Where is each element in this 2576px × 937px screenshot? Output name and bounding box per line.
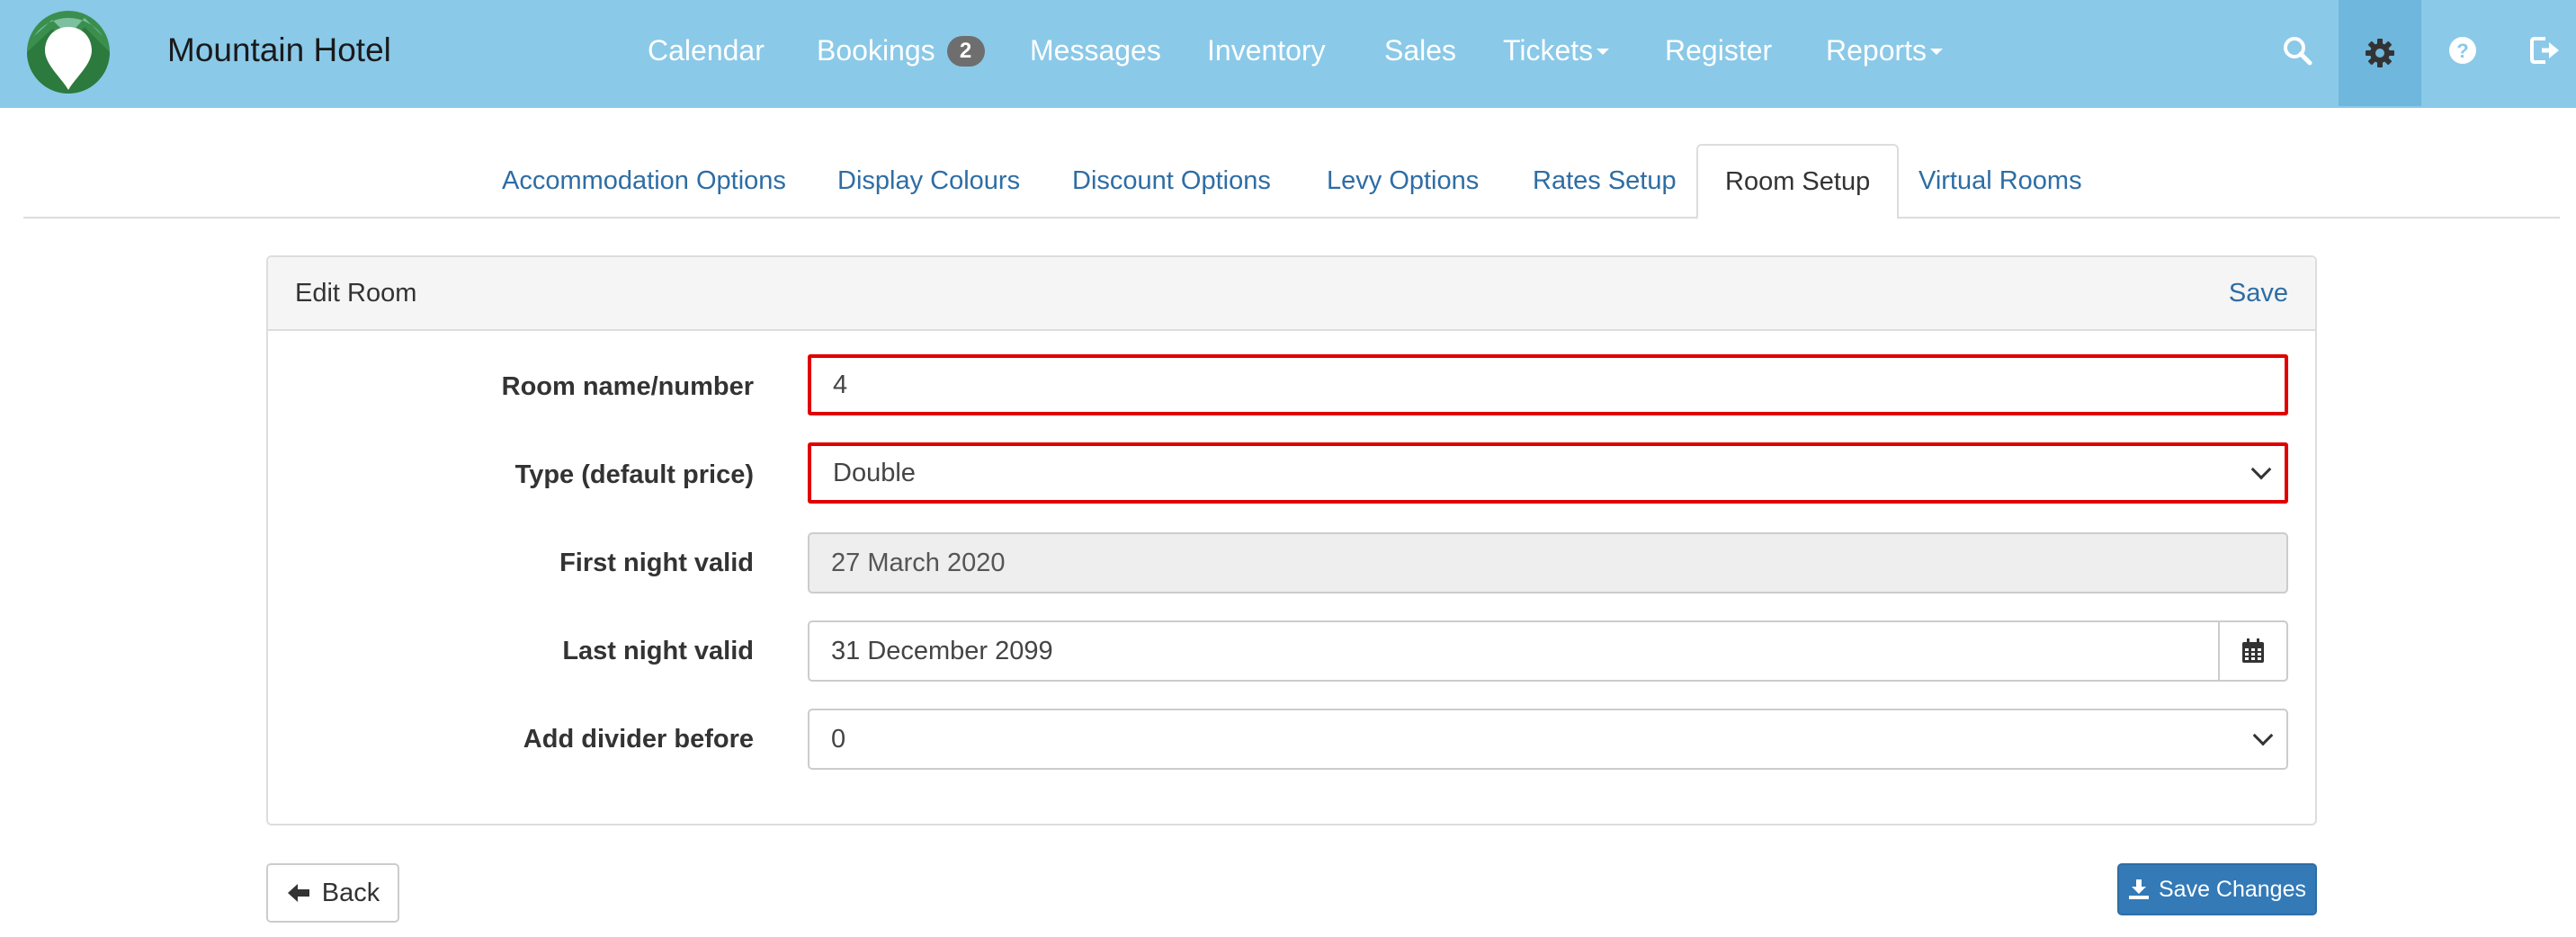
nav-tickets-dropdown[interactable]: Tickets	[1503, 0, 1610, 101]
divider-select[interactable]: 0	[808, 709, 2288, 770]
save-changes-label: Save Changes	[2158, 876, 2306, 902]
tab-levy-options[interactable]: Levy Options	[1327, 144, 1479, 218]
tab-rates-setup[interactable]: Rates Setup	[1533, 144, 1677, 218]
bookings-count-badge: 2	[946, 35, 985, 67]
nav-inventory-label: Inventory	[1207, 34, 1326, 67]
caret-down-icon	[1930, 49, 1944, 56]
logout-icon	[2530, 37, 2559, 64]
tab-room-setup[interactable]: Room Setup	[1696, 144, 1900, 219]
arrow-left-icon	[287, 884, 309, 902]
caret-down-icon	[1597, 49, 1610, 56]
date-picker-button[interactable]	[2218, 620, 2288, 682]
back-button-label: Back	[321, 878, 380, 907]
room-type-label: Type (default price)	[514, 460, 754, 489]
last-night-input[interactable]: 31 December 2099	[808, 620, 2288, 682]
help-button[interactable]: ?	[2421, 0, 2504, 101]
nav-reports-dropdown[interactable]: Reports	[1826, 0, 1944, 101]
download-icon	[2128, 879, 2149, 899]
tab-accommodation-options[interactable]: Accommodation Options	[502, 144, 786, 218]
room-type-value: Double	[833, 459, 916, 487]
room-name-input[interactable]: 4	[808, 354, 2288, 415]
tab-virtual-rooms[interactable]: Virtual Rooms	[1919, 144, 2082, 218]
search-icon	[2284, 37, 2312, 66]
help-icon: ?	[2449, 37, 2476, 64]
nav-calendar-label: Calendar	[648, 34, 765, 67]
edit-room-panel: Edit Room Save Room name/number 4 Type (…	[266, 255, 2317, 825]
room-type-select[interactable]: Double	[808, 442, 2288, 504]
save-changes-button[interactable]: Save Changes	[2117, 863, 2317, 915]
logout-button[interactable]	[2504, 0, 2576, 101]
tab-discount-options[interactable]: Discount Options	[1072, 144, 1271, 218]
room-name-value: 4	[833, 370, 848, 399]
calendar-icon	[2242, 638, 2264, 663]
nav-sales[interactable]: Sales	[1384, 0, 1456, 101]
nav-register[interactable]: Register	[1665, 0, 1772, 101]
nav-calendar[interactable]: Calendar	[648, 0, 765, 101]
first-night-value: 27 March 2020	[831, 549, 1006, 577]
divider-label: Add divider before	[523, 725, 754, 754]
panel-save-link[interactable]: Save	[2229, 257, 2288, 329]
nav-bookings[interactable]: Bookings 2	[817, 0, 985, 101]
tab-display-colours[interactable]: Display Colours	[837, 144, 1020, 218]
first-night-field: 27 March 2020	[808, 532, 2288, 593]
gear-icon	[2366, 39, 2394, 67]
divider-value: 0	[831, 725, 846, 754]
panel-heading: Edit Room Save	[268, 257, 2315, 331]
svg-text:?: ?	[2456, 40, 2468, 62]
chevron-down-icon	[2252, 725, 2274, 746]
chevron-down-icon	[2250, 459, 2272, 480]
hotel-logo-icon[interactable]	[25, 9, 112, 95]
nav-messages-label: Messages	[1030, 34, 1161, 67]
first-night-label: First night valid	[559, 549, 754, 577]
room-name-label: Room name/number	[501, 372, 754, 401]
nav-register-label: Register	[1665, 34, 1773, 67]
nav-bookings-label: Bookings	[817, 34, 935, 67]
nav-messages[interactable]: Messages	[1030, 0, 1161, 101]
last-night-label: Last night valid	[562, 637, 754, 665]
panel-title: Edit Room	[295, 279, 417, 308]
nav-sales-label: Sales	[1384, 34, 1457, 67]
tabs-divider	[23, 217, 2560, 219]
nav-reports-label: Reports	[1826, 34, 1928, 67]
nav-tickets-label: Tickets	[1503, 34, 1594, 67]
nav-inventory[interactable]: Inventory	[1207, 0, 1326, 101]
last-night-value: 31 December 2099	[831, 637, 1053, 665]
brand-name[interactable]: Mountain Hotel	[167, 0, 391, 101]
back-button[interactable]: Back	[266, 863, 399, 923]
top-navbar: Mountain Hotel Calendar Bookings 2 Messa…	[0, 0, 2576, 108]
search-button[interactable]	[2256, 0, 2339, 101]
settings-button[interactable]	[2339, 0, 2421, 106]
